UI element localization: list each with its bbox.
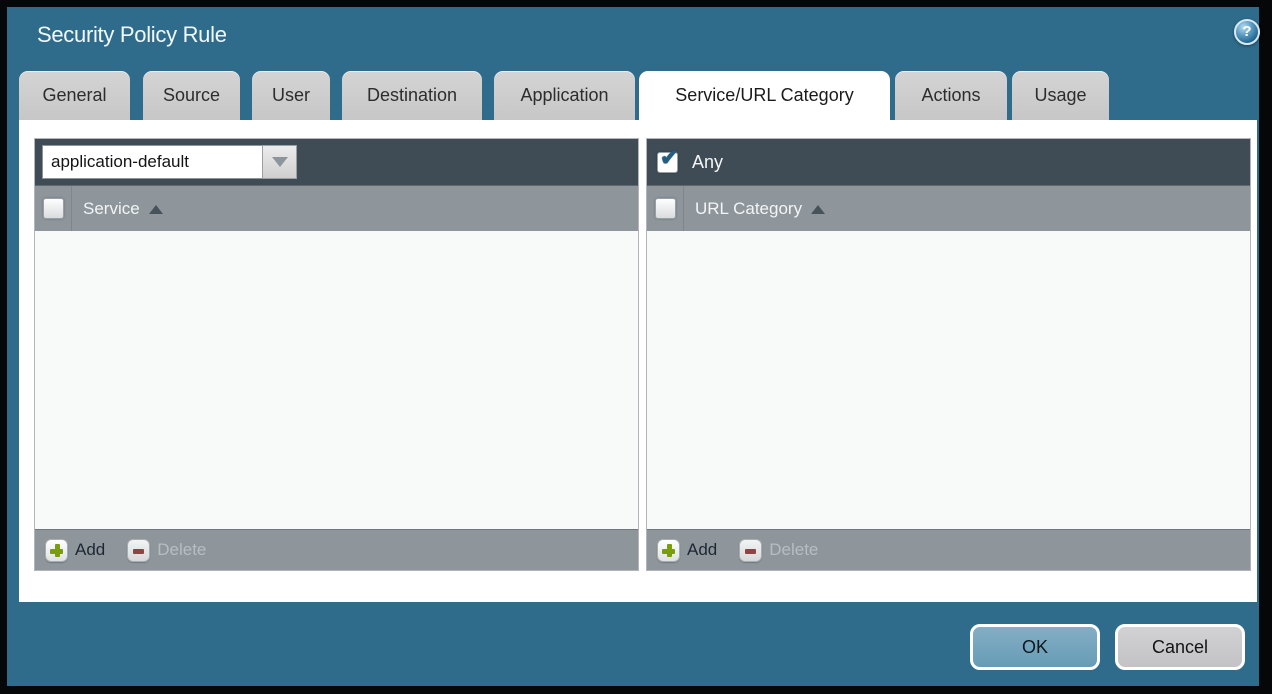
sort-ascending-icon [811,205,825,214]
service-add-label: Add [75,540,105,560]
service-type-value[interactable]: application-default [42,145,262,179]
service-type-dropdown-button[interactable] [262,145,297,179]
url-category-add-button[interactable]: Add [657,539,717,562]
chevron-down-icon [272,157,288,167]
tab-destination[interactable]: Destination [342,71,482,120]
checkmark-icon: ✔ [660,147,678,169]
sort-ascending-icon [149,205,163,214]
url-category-panel: ✔ Any ✔ URL Category Add [646,138,1251,571]
tab-application[interactable]: Application [494,71,635,120]
url-category-select-all-checkbox[interactable]: ✔ [655,198,676,219]
url-category-delete-button[interactable]: Delete [739,539,818,562]
service-column-label: Service [83,199,140,219]
tab-usage[interactable]: Usage [1012,71,1109,120]
url-category-list [647,231,1250,529]
service-column-header-row: ✔ Service [35,185,638,231]
tab-actions[interactable]: Actions [895,71,1007,120]
delete-minus-icon [739,539,762,562]
service-panel-footer: Add Delete [35,529,638,570]
url-category-add-label: Add [687,540,717,560]
dialog-title: Security Policy Rule [37,22,227,48]
service-panel-toolbar: application-default [35,139,638,185]
any-label: Any [692,152,723,173]
service-add-button[interactable]: Add [45,539,105,562]
add-plus-icon [657,539,680,562]
ok-button[interactable]: OK [970,624,1100,670]
cancel-button[interactable]: Cancel [1115,624,1245,670]
add-plus-icon [45,539,68,562]
any-checkbox[interactable]: ✔ [657,152,678,173]
tab-source[interactable]: Source [143,71,240,120]
url-category-panel-toolbar: ✔ Any [647,139,1250,185]
tab-general[interactable]: General [19,71,130,120]
url-category-panel-footer: Add Delete [647,529,1250,570]
delete-minus-icon [127,539,150,562]
service-list [35,231,638,529]
url-category-column-header-row: ✔ URL Category [647,185,1250,231]
service-delete-button[interactable]: Delete [127,539,206,562]
service-column-header[interactable]: Service [72,186,163,231]
tab-user[interactable]: User [252,71,330,120]
service-type-dropdown[interactable]: application-default [42,145,297,179]
tab-content: application-default ✔ Service [19,120,1257,602]
service-select-all-checkbox[interactable]: ✔ [43,198,64,219]
url-category-delete-label: Delete [769,540,818,560]
dialog-window: Security Policy Rule ? General Source Us… [7,7,1259,686]
tab-service-url-category[interactable]: Service/URL Category [639,71,890,122]
help-icon[interactable]: ? [1234,19,1260,45]
service-panel: application-default ✔ Service [34,138,639,571]
service-delete-label: Delete [157,540,206,560]
url-category-column-label: URL Category [695,199,802,219]
url-category-column-header[interactable]: URL Category [684,186,825,231]
